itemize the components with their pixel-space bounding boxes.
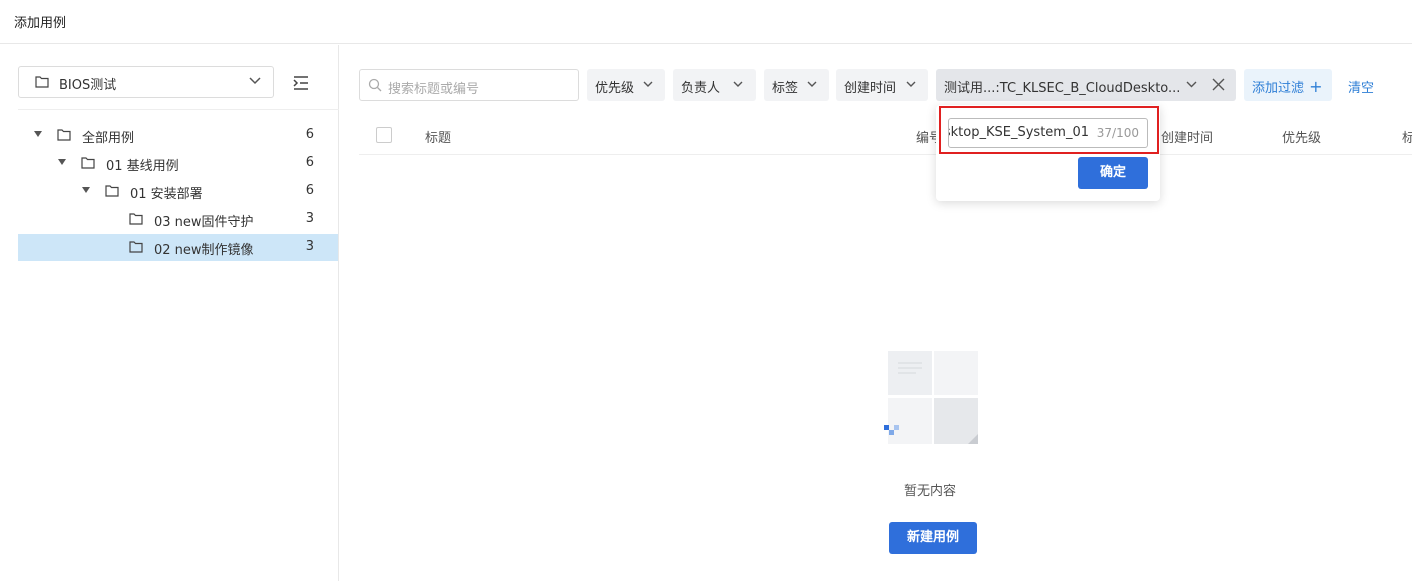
folder-icon <box>129 213 143 225</box>
priority-filter[interactable]: 优先级 <box>587 69 665 101</box>
table-header: 标题 编号 创建时间 优先级 标 <box>359 118 1412 155</box>
confirm-button[interactable]: 确定 <box>1078 157 1148 189</box>
search-placeholder: 搜索标题或编号 <box>388 82 480 97</box>
chevron-down-icon[interactable] <box>1186 81 1197 88</box>
tree-item-firmware[interactable]: 03 new固件守护 3 <box>18 206 338 233</box>
tree-item-count: 6 <box>305 183 314 198</box>
divider <box>18 109 339 110</box>
created-filter[interactable]: 创建时间 <box>836 69 928 101</box>
tree-item-baseline[interactable]: 01 基线用例 6 <box>18 150 338 177</box>
add-filter-button[interactable]: 添加过滤 + <box>1244 69 1332 101</box>
tree-item-count: 6 <box>305 127 314 142</box>
highlight-box <box>939 106 1159 154</box>
caret-down-icon[interactable] <box>34 131 42 137</box>
chevron-down-icon <box>733 81 743 87</box>
tree-item-count: 3 <box>305 211 314 226</box>
empty-state-illustration <box>884 351 978 444</box>
project-select[interactable]: BIOS测试 <box>18 66 274 98</box>
chevron-down-icon <box>906 81 916 87</box>
caret-down-icon[interactable] <box>58 159 66 165</box>
clear-filters-link[interactable]: 清空 <box>1348 77 1374 96</box>
plus-icon: + <box>1304 77 1323 96</box>
page-header: 添加用例 <box>0 0 1412 44</box>
column-header-extra[interactable]: 标 <box>1402 127 1412 146</box>
select-all-checkbox[interactable] <box>376 127 392 143</box>
tree-item-image[interactable]: 02 new制作镜像 3 <box>18 234 338 261</box>
tree-item-install[interactable]: 01 安装部署 6 <box>18 178 338 205</box>
caret-down-icon[interactable] <box>82 187 90 193</box>
collapse-sidebar-icon[interactable] <box>290 73 312 93</box>
tree-item-label: 03 new固件守护 <box>154 215 254 230</box>
search-input[interactable]: 搜索标题或编号 <box>359 69 579 101</box>
close-icon[interactable] <box>1212 78 1225 91</box>
folder-icon <box>35 76 49 88</box>
priority-filter-label: 优先级 <box>595 81 635 96</box>
owner-filter[interactable]: 负责人 <box>673 69 756 101</box>
folder-icon <box>81 157 95 169</box>
search-icon <box>368 78 382 92</box>
tree-item-label: 02 new制作镜像 <box>154 243 254 258</box>
tree-item-count: 6 <box>305 155 314 170</box>
created-filter-label: 创建时间 <box>844 81 897 96</box>
active-filter-label: 测试用...:TC_KLSEC_B_CloudDeskto... <box>944 81 1181 96</box>
column-header-created[interactable]: 创建时间 <box>1161 127 1213 146</box>
tree-item-all[interactable]: 全部用例 6 <box>18 122 338 149</box>
tree-item-label: 全部用例 <box>82 131 135 146</box>
tree-item-label: 01 基线用例 <box>106 159 179 174</box>
empty-state-text: 暂无内容 <box>904 484 957 499</box>
owner-filter-label: 负责人 <box>681 81 721 96</box>
add-filter-text: 添加过滤 <box>1252 81 1305 96</box>
column-header-title[interactable]: 标题 <box>425 127 451 146</box>
chevron-down-icon <box>807 81 817 87</box>
add-filter-label: 添加过滤 + <box>1252 77 1323 96</box>
new-case-button[interactable]: 新建用例 <box>889 522 977 554</box>
sidebar: BIOS测试 全部用例 6 01 基线用例 6 01 安装部署 6 03 new… <box>0 45 339 581</box>
chevron-down-icon <box>249 77 261 85</box>
active-filter-chip[interactable]: 测试用...:TC_KLSEC_B_CloudDeskto... <box>936 69 1236 101</box>
tree-item-label: 01 安装部署 <box>130 187 203 202</box>
tree-item-count: 3 <box>305 239 314 254</box>
folder-icon <box>57 129 71 141</box>
project-name: BIOS测试 <box>59 78 117 93</box>
column-header-priority[interactable]: 优先级 <box>1282 127 1321 146</box>
tags-filter-label: 标签 <box>772 81 799 96</box>
chevron-down-icon <box>643 81 653 87</box>
folder-icon <box>105 185 119 197</box>
tags-filter[interactable]: 标签 <box>764 69 829 101</box>
page-title: 添加用例 <box>14 16 67 31</box>
folder-icon <box>129 241 143 253</box>
